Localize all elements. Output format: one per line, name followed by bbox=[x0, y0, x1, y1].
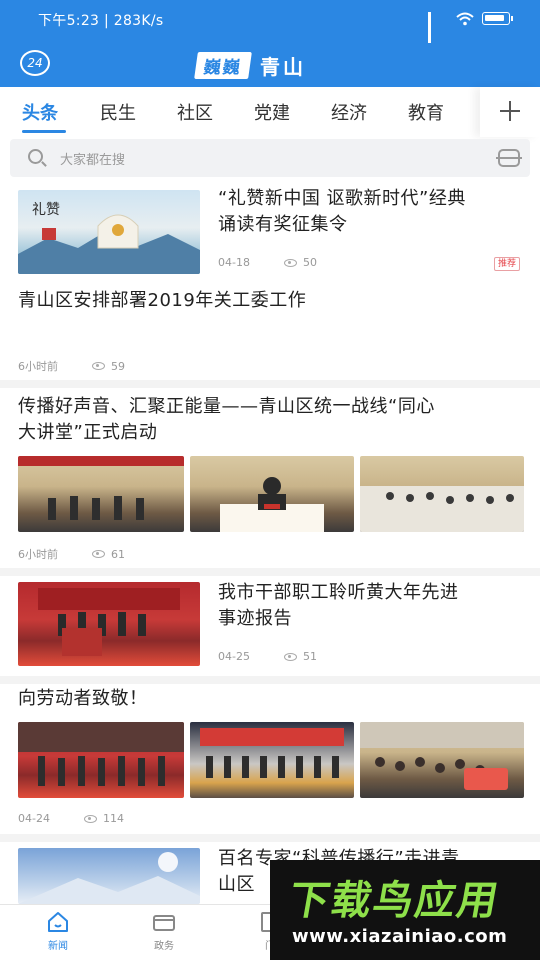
app-screen: 下午5:23 | 283K/s 24 巍巍 青山 头条 民生 社区 党建 经济 … bbox=[0, 0, 540, 960]
article-views: 50 bbox=[302, 256, 317, 269]
nav-label: 政务 bbox=[154, 941, 174, 952]
category-tabs: 头条 民生 社区 党建 经济 教育 bbox=[0, 87, 540, 137]
divider bbox=[0, 834, 540, 842]
article-title-line2: 诵读有奖征集令 bbox=[218, 214, 348, 235]
recommend-badge: 推荐 bbox=[494, 257, 521, 271]
logo-chip: 巍巍 bbox=[194, 51, 252, 79]
divider bbox=[0, 676, 540, 684]
tab-community[interactable]: 社区 bbox=[177, 99, 213, 125]
tab-education[interactable]: 教育 bbox=[408, 99, 444, 125]
article-title-line2: 事迹报告 bbox=[218, 608, 292, 629]
svg-text:礼赞: 礼赞 bbox=[32, 202, 60, 218]
tab-economy[interactable]: 经济 bbox=[331, 99, 367, 125]
active-tab-indicator bbox=[22, 130, 66, 133]
article-image bbox=[18, 722, 184, 798]
article-views: 114 bbox=[102, 812, 124, 825]
article-title: 传播好声音、汇聚正能量——青山区统一战线“同心 bbox=[18, 396, 435, 417]
article-image bbox=[360, 456, 524, 532]
article-image bbox=[360, 722, 524, 798]
nav-label: 新闻 bbox=[48, 941, 68, 952]
views-icon bbox=[92, 362, 105, 370]
tab-livelihood[interactable]: 民生 bbox=[100, 99, 136, 125]
government-icon bbox=[152, 911, 176, 933]
status-bar: 下午5:23 | 283K/s bbox=[0, 0, 540, 43]
article-meta: 6小时前 59 bbox=[18, 358, 125, 374]
logo-text: 青山 bbox=[260, 54, 306, 79]
battery-icon bbox=[482, 11, 513, 25]
wifi-icon bbox=[456, 11, 474, 26]
article-thumbnail: 礼赞 bbox=[18, 190, 200, 274]
watermark-url: www.xiazainiao.com bbox=[292, 926, 508, 947]
signal-icon bbox=[428, 12, 448, 43]
article-title: 我市干部职工聆听黄大年先进 bbox=[218, 582, 459, 603]
article-views: 51 bbox=[302, 650, 317, 663]
article-image bbox=[190, 722, 354, 798]
article-views: 61 bbox=[111, 547, 125, 561]
article-title: 向劳动者致敬！ bbox=[18, 688, 148, 709]
app-header: 下午5:23 | 283K/s 24 巍巍 青山 bbox=[0, 0, 540, 87]
article-date: 04-25 bbox=[218, 650, 250, 663]
divider bbox=[0, 568, 540, 576]
weather-temp-badge[interactable]: 24 bbox=[20, 50, 50, 76]
nav-government[interactable]: 政务 bbox=[134, 911, 194, 952]
logo-row: 24 巍巍 青山 bbox=[0, 40, 540, 86]
article-date: 04-24 bbox=[18, 812, 50, 825]
article-thumbnail bbox=[18, 582, 200, 666]
article-date: 04-18 bbox=[218, 256, 250, 269]
article-meta: 04-25 51 bbox=[218, 650, 317, 663]
article-views: 59 bbox=[111, 359, 125, 373]
views-icon bbox=[283, 652, 297, 661]
article-title: 青山区安排部署2019年关工委工作 bbox=[18, 290, 307, 311]
app-logo: 巍巍 青山 bbox=[194, 51, 306, 79]
article-title-line2: 大讲堂”正式启动 bbox=[18, 422, 158, 443]
article-meta: 04-18 50 bbox=[218, 256, 317, 269]
search-bar[interactable]: 大家都在搜 bbox=[10, 139, 530, 177]
views-icon bbox=[283, 258, 297, 267]
article-meta: 6小时前 61 bbox=[18, 546, 125, 562]
article-meta: 04-24 114 bbox=[18, 812, 124, 825]
views-icon bbox=[83, 814, 97, 823]
article-title: “礼赞新中国 讴歌新时代”经典 bbox=[218, 188, 466, 209]
scan-icon[interactable] bbox=[496, 149, 522, 167]
article-image bbox=[190, 456, 354, 532]
status-time-speed: 下午5:23 | 283K/s bbox=[38, 13, 164, 29]
watermark-overlay: 下载鸟应用 www.xiazainiao.com bbox=[270, 860, 540, 960]
views-icon bbox=[92, 550, 105, 558]
tab-headlines[interactable]: 头条 bbox=[22, 99, 58, 125]
nav-news[interactable]: 新闻 bbox=[28, 911, 88, 952]
search-icon bbox=[28, 149, 43, 164]
tab-party[interactable]: 党建 bbox=[254, 99, 290, 125]
status-icons bbox=[428, 11, 513, 43]
article-date: 6小时前 bbox=[18, 360, 58, 373]
article-image bbox=[18, 456, 184, 532]
add-tab-plus-icon[interactable] bbox=[480, 87, 540, 137]
search-input[interactable]: 大家都在搜 bbox=[60, 149, 125, 168]
divider bbox=[0, 380, 540, 388]
article-thumbnail bbox=[18, 848, 200, 904]
home-icon bbox=[46, 911, 70, 933]
article-date: 6小时前 bbox=[18, 548, 58, 561]
watermark-title: 下载鸟应用 bbox=[285, 878, 504, 924]
